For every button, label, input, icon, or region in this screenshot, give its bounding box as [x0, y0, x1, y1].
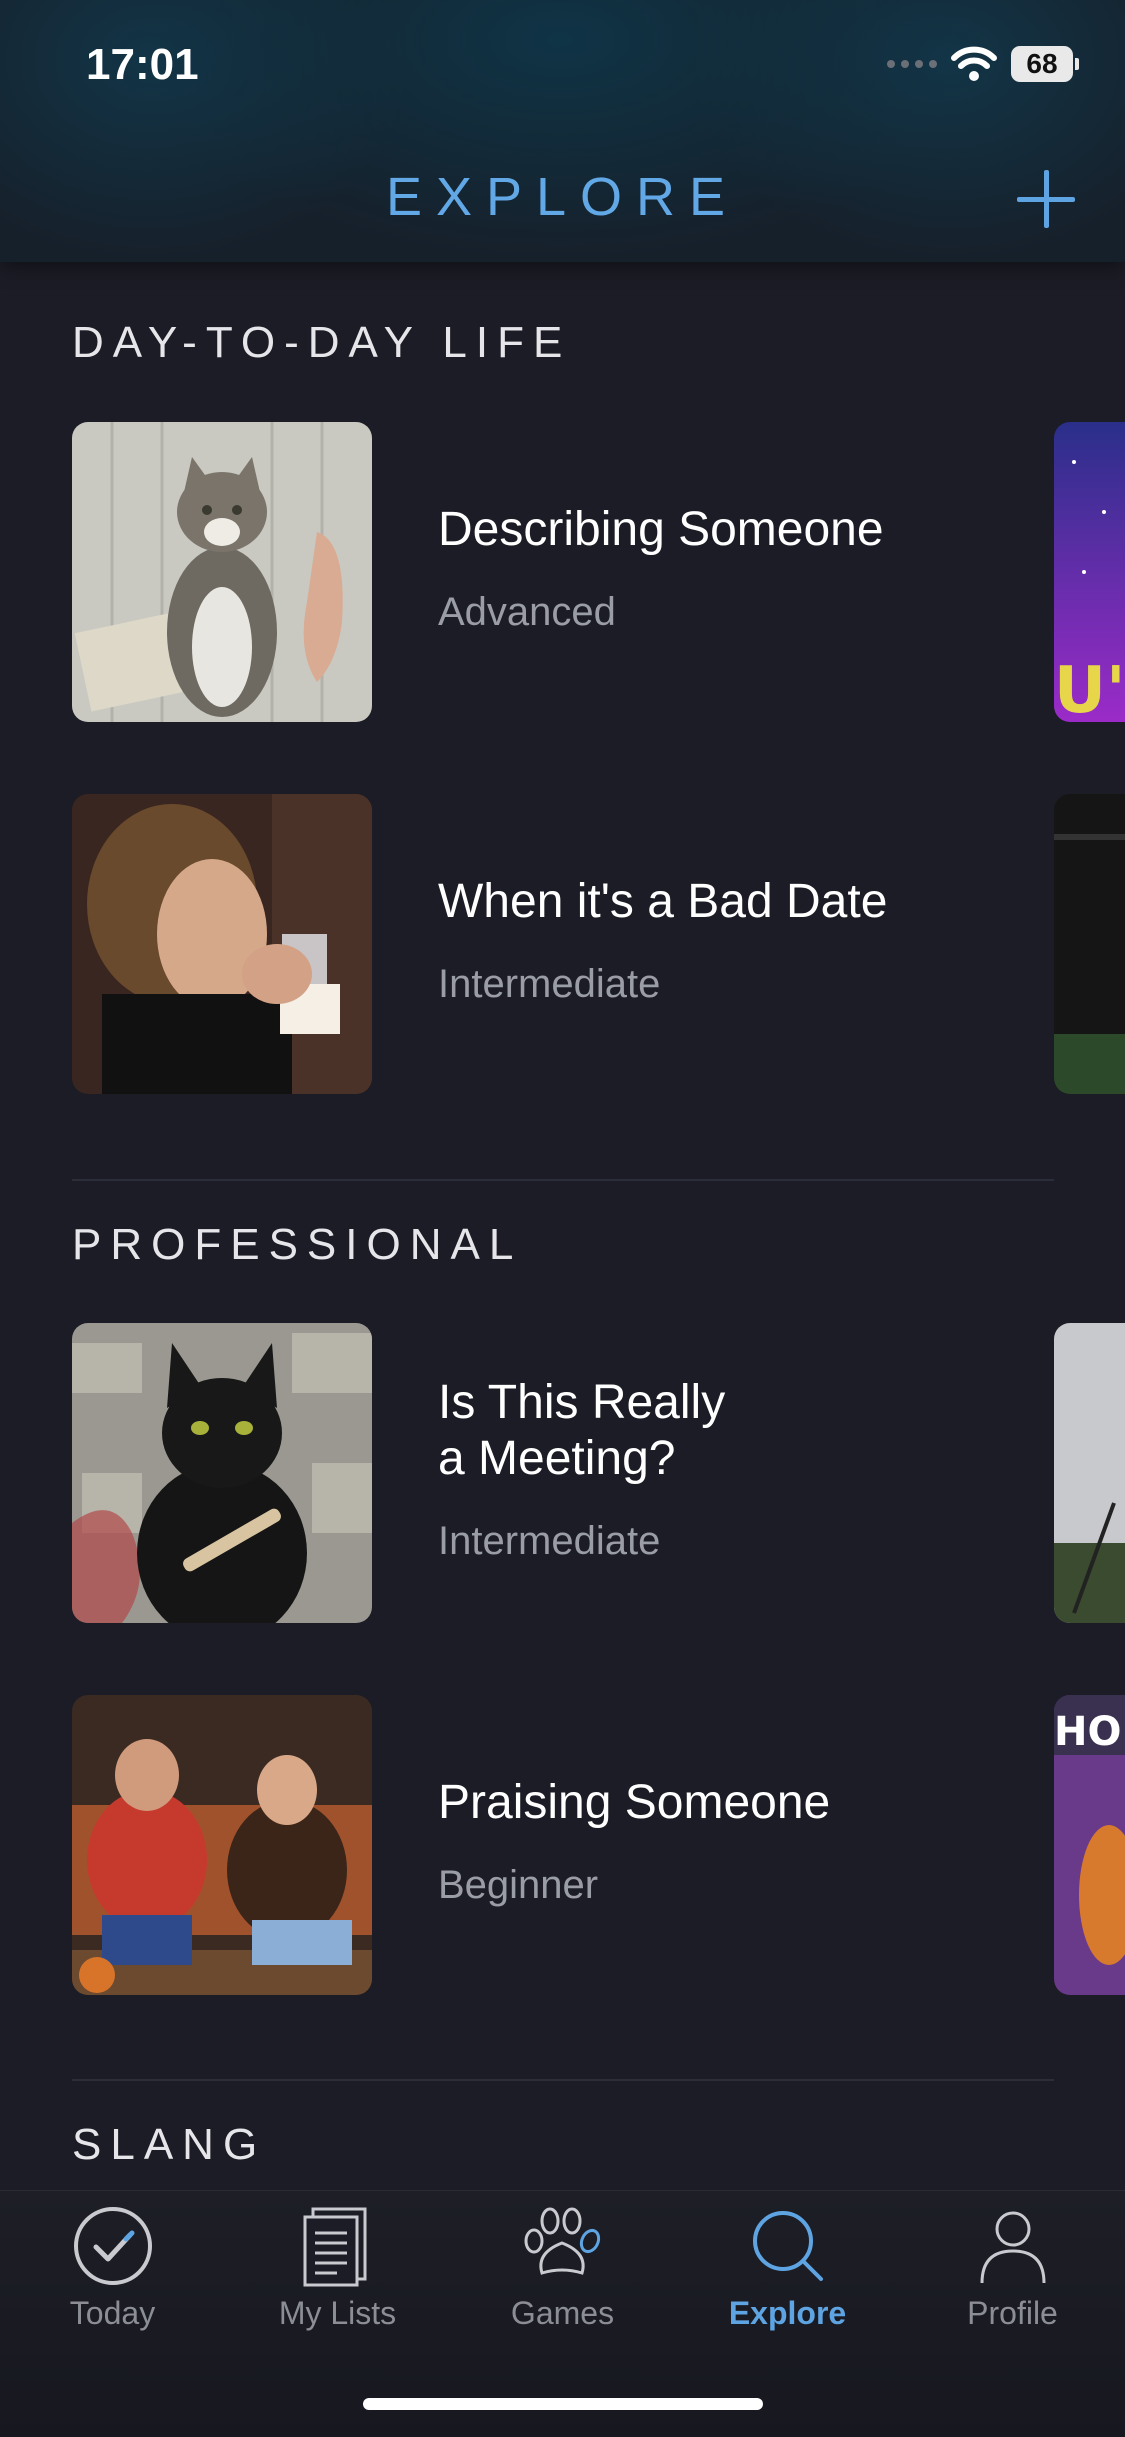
tab-profile[interactable]: Profile	[900, 2191, 1125, 2391]
thumbnail-image	[72, 1695, 372, 1995]
paw-icon	[524, 2207, 601, 2275]
tab-today[interactable]: Today	[0, 2191, 225, 2391]
carousel-next-card[interactable]	[1054, 1323, 1125, 1623]
battery-icon: 68	[1011, 46, 1079, 82]
section-divider	[72, 2079, 1054, 2081]
tab-label: Explore	[728, 2295, 847, 2331]
thumbnail-image	[72, 794, 372, 1094]
thumbnail-image	[72, 1323, 372, 1623]
lesson-title: When it's a Bad Date	[438, 875, 888, 928]
person-icon	[980, 2211, 1046, 2284]
lesson-level: Intermediate	[438, 1519, 661, 1563]
tab-games[interactable]: Games	[450, 2191, 675, 2391]
add-button[interactable]	[1013, 166, 1079, 232]
carousel-next-card[interactable]	[1054, 794, 1125, 1094]
carousel-next-card[interactable]: U'R	[1054, 422, 1125, 722]
lesson-title: Is This Really a Meeting?	[438, 1376, 726, 1485]
carousel-next-card[interactable]: HO'S	[1054, 1695, 1125, 1995]
tab-label: Today	[69, 2295, 156, 2331]
tab-my-lists[interactable]: My Lists	[225, 2191, 450, 2391]
lesson-level: Beginner	[438, 1863, 599, 1907]
check-circle-icon	[74, 2207, 152, 2285]
cellular-signal-icon	[887, 60, 937, 68]
battery-level: 68	[1011, 46, 1073, 82]
lesson-card[interactable]: Is This Really a Meeting? Intermediate	[72, 1323, 1054, 1623]
status-icons: 68	[887, 46, 1079, 82]
peek-caption: HO'S	[1054, 1709, 1125, 1755]
home-indicator[interactable]	[363, 2398, 763, 2410]
lesson-card[interactable]: Praising Someone Beginner	[72, 1695, 1054, 1995]
lesson-card[interactable]: When it's a Bad Date Intermediate	[72, 794, 1054, 1094]
section-title-slang: SLANG	[72, 2120, 267, 2169]
lesson-level: Intermediate	[438, 962, 661, 1006]
search-icon	[753, 2211, 823, 2281]
top-bar: 17:01 68 EXPLORE	[0, 0, 1125, 262]
section-divider	[72, 1179, 1054, 1181]
lesson-title: Describing Someone	[438, 503, 884, 556]
tab-label: Profile	[967, 2295, 1058, 2331]
list-document-icon	[303, 2207, 367, 2287]
section-title-day-to-day-life: DAY-TO-DAY LIFE	[72, 318, 572, 367]
status-time: 17:01	[86, 40, 199, 89]
thumbnail-image	[72, 422, 372, 722]
wifi-icon	[951, 46, 997, 81]
page-title: EXPLORE	[385, 167, 740, 227]
lesson-card[interactable]: Describing Someone Advanced	[72, 422, 1054, 722]
lesson-title: Praising Someone	[438, 1776, 831, 1829]
tab-label: Games	[510, 2295, 615, 2331]
tab-explore[interactable]: Explore	[675, 2191, 900, 2391]
peek-caption: U'R	[1054, 654, 1125, 722]
lesson-level: Advanced	[438, 590, 616, 634]
tab-label: My Lists	[278, 2295, 397, 2331]
section-title-professional: PROFESSIONAL	[72, 1220, 523, 1269]
